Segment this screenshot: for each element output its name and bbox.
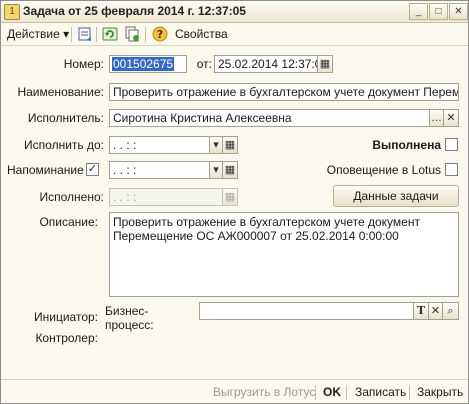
close-window-button[interactable]: ✕ bbox=[449, 3, 468, 20]
dropdown-arrow-icon[interactable]: ▾ bbox=[209, 161, 223, 179]
description-line: Перемещение ОС АЖ000007 от 25.02.2014 0:… bbox=[113, 229, 399, 243]
bottom-separator bbox=[346, 385, 347, 400]
number-field[interactable]: 001502675 bbox=[109, 55, 187, 73]
bottom-separator bbox=[409, 385, 410, 400]
executor-label: Исполнитель: bbox=[27, 111, 104, 125]
number-label: Номер: bbox=[63, 57, 104, 71]
select-button[interactable]: … bbox=[429, 109, 444, 127]
description-label: Описание: bbox=[39, 215, 98, 229]
upload-lotus-button: Выгрузить в Лотус bbox=[213, 385, 316, 399]
description-field[interactable]: Проверить отражение в бухгалтерском учет… bbox=[109, 212, 459, 297]
done-label: Выполнена bbox=[372, 138, 441, 152]
calendar-icon[interactable]: ▦ bbox=[222, 161, 238, 179]
save-button[interactable]: Записать bbox=[355, 385, 406, 399]
remind-field[interactable]: . . : : bbox=[109, 161, 210, 179]
executed-field: . . : : bbox=[109, 188, 223, 206]
calendar-icon[interactable]: ▦ bbox=[222, 136, 238, 154]
executor-field[interactable]: Сиротина Кристина Алексеевна bbox=[109, 109, 430, 127]
ok-button[interactable]: OK bbox=[323, 385, 341, 399]
bottom-bar: Выгрузить в Лотус OK Записать Закрыть bbox=[1, 379, 468, 404]
close-button[interactable]: Закрыть bbox=[417, 385, 463, 399]
lotus-checkbox[interactable] bbox=[445, 163, 458, 176]
controller-label: Контролер: bbox=[35, 331, 98, 345]
remind-label: Напоминание bbox=[7, 163, 84, 177]
date-field[interactable]: 25.02.2014 12:37:05 bbox=[214, 55, 318, 73]
minimize-button[interactable]: _ bbox=[409, 3, 428, 20]
title-bar: 1 Задача от 25 февраля 2014 г. 12:37:05 … bbox=[1, 1, 468, 23]
dropdown-arrow-icon[interactable]: ▾ bbox=[209, 136, 223, 154]
task-data-button[interactable]: Данные задачи bbox=[333, 185, 459, 207]
help-icon[interactable]: ? bbox=[152, 26, 168, 42]
name-field[interactable]: Проверить отражение в бухгалтерском учет… bbox=[109, 83, 459, 101]
window-title: Задача от 25 февраля 2014 г. 12:37:05 bbox=[23, 4, 246, 18]
name-label: Наименование: bbox=[17, 85, 104, 99]
save-doc-icon[interactable] bbox=[77, 26, 93, 42]
triangle-down-icon: ▾ bbox=[63, 27, 70, 41]
calendar-icon: ▦ bbox=[222, 188, 238, 206]
search-icon[interactable]: ⌕ bbox=[442, 302, 459, 320]
done-checkbox[interactable] bbox=[445, 138, 458, 151]
type-icon[interactable]: T bbox=[413, 302, 429, 320]
remind-checkbox[interactable]: ✓ bbox=[86, 163, 99, 176]
toolbar-separator bbox=[145, 27, 146, 42]
copy-icon[interactable] bbox=[124, 26, 140, 42]
properties-button[interactable]: Свойства bbox=[175, 27, 228, 41]
action-menu[interactable]: Действие ▾ bbox=[7, 27, 69, 41]
bp-field[interactable] bbox=[199, 302, 414, 320]
due-label: Исполнить до: bbox=[24, 138, 104, 152]
toolbar: Действие ▾ ? Свойства bbox=[1, 23, 468, 46]
calendar-icon[interactable]: ▦ bbox=[317, 55, 333, 73]
app-icon: 1 bbox=[4, 4, 20, 20]
executed-label: Исполнено: bbox=[39, 190, 104, 204]
clear-icon[interactable]: ✕ bbox=[443, 109, 459, 127]
date-label: от: bbox=[196, 57, 212, 71]
bp-label: Бизнес-процесс: bbox=[105, 304, 154, 332]
svg-text:?: ? bbox=[157, 28, 163, 41]
maximize-button[interactable]: □ bbox=[429, 3, 448, 20]
action-menu-label: Действие bbox=[7, 27, 60, 41]
refresh-icon[interactable] bbox=[102, 26, 118, 42]
clear-icon[interactable]: ✕ bbox=[428, 302, 443, 320]
description-line: Проверить отражение в бухгалтерском учет… bbox=[113, 215, 420, 229]
bottom-separator bbox=[315, 385, 316, 400]
due-field[interactable]: . . : : bbox=[109, 136, 210, 154]
task-window: 1 Задача от 25 февраля 2014 г. 12:37:05 … bbox=[0, 0, 469, 404]
lotus-label: Оповещение в Lotus bbox=[326, 163, 441, 177]
initiator-label: Инициатор: bbox=[34, 310, 98, 324]
toolbar-separator bbox=[96, 27, 97, 42]
toolbar-separator bbox=[71, 27, 72, 42]
number-value: 001502675 bbox=[112, 57, 175, 71]
